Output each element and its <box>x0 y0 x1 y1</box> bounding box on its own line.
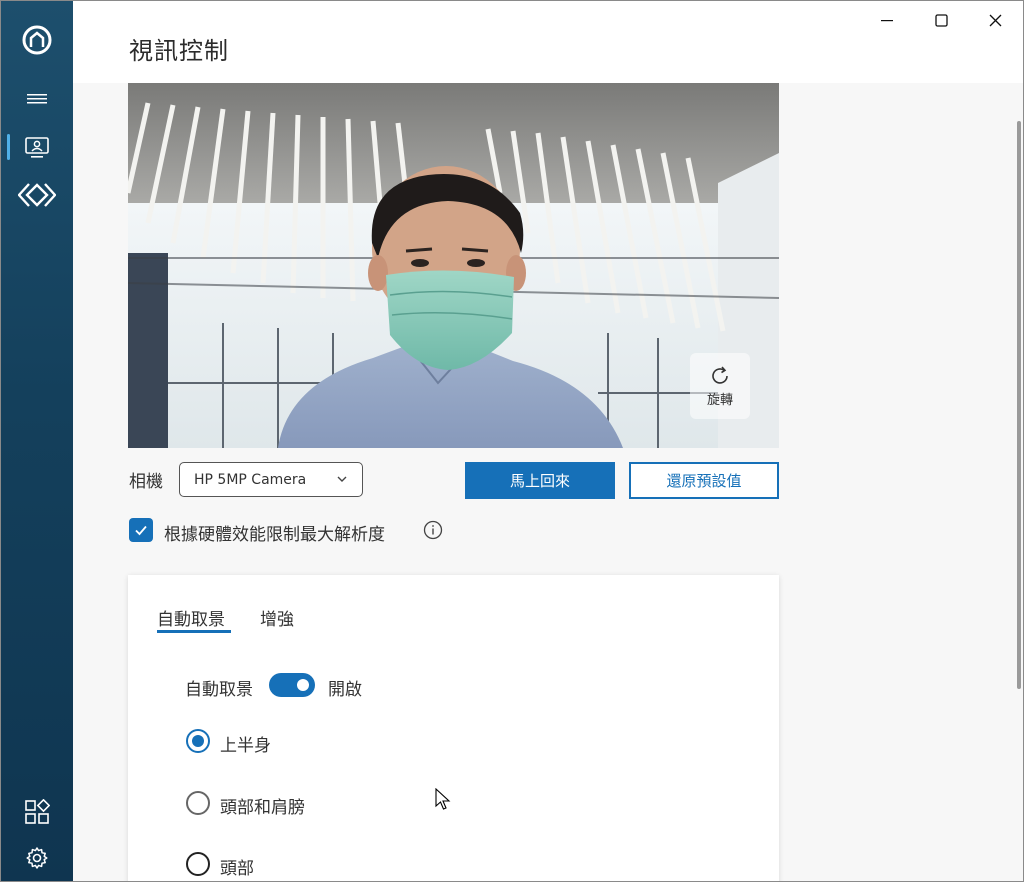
camera-preview: 旋轉 <box>128 83 779 448</box>
hp-logo-icon[interactable] <box>1 21 73 59</box>
tab-enhance[interactable]: 增強 <box>260 605 294 630</box>
camera-preview-image <box>128 83 779 448</box>
auto-frame-card: 自動取景 增強 自動取景 開啟 上半身 頭部和肩膀 頭部 <box>128 575 779 881</box>
page-title: 視訊控制 <box>129 37 229 65</box>
radio-head-label: 頭部 <box>220 859 254 879</box>
rotate-icon <box>712 365 728 384</box>
toggle-knob <box>297 679 309 691</box>
hamburger-menu-icon[interactable] <box>1 89 73 109</box>
mouse-cursor-icon <box>435 788 451 810</box>
auto-frame-toggle-state: 開啟 <box>328 680 362 700</box>
limit-resolution-checkbox[interactable] <box>129 518 153 542</box>
apps-icon[interactable] <box>1 797 73 827</box>
radio-head[interactable] <box>186 852 210 876</box>
minimize-button[interactable] <box>864 7 910 33</box>
info-icon[interactable] <box>423 520 443 540</box>
auto-frame-toggle[interactable] <box>269 673 315 697</box>
app-window: 視訊控制 旋轉 相機 HP 5MP Camera 馬上回來 還原預設值 根據硬體… <box>0 0 1024 882</box>
maximize-button[interactable] <box>918 7 964 33</box>
radio-head-shoulders-label: 頭部和肩膀 <box>220 798 305 818</box>
close-button[interactable] <box>972 7 1018 33</box>
radio-upper-body-label: 上半身 <box>220 736 271 756</box>
rotate-label: 旋轉 <box>706 392 733 408</box>
settings-gear-icon[interactable] <box>1 844 73 872</box>
be-right-back-button[interactable]: 馬上回來 <box>465 462 615 499</box>
rotate-button[interactable]: 旋轉 <box>690 353 750 419</box>
scrollbar[interactable] <box>1017 121 1021 689</box>
sidebar <box>1 1 73 881</box>
camera-select[interactable]: HP 5MP Camera <box>179 462 363 497</box>
tab-active-underline <box>157 630 231 633</box>
video-control-icon[interactable] <box>1 135 73 161</box>
auto-frame-toggle-label: 自動取景 <box>185 680 253 700</box>
radio-upper-body[interactable] <box>186 729 210 753</box>
tab-auto-frame[interactable]: 自動取景 <box>157 605 225 630</box>
radio-head-shoulders[interactable] <box>186 791 210 815</box>
camera-select-value: HP 5MP Camera <box>194 471 307 488</box>
diamond-arrows-icon[interactable] <box>1 179 73 211</box>
chevron-down-icon <box>337 476 347 482</box>
restore-defaults-button[interactable]: 還原預設值 <box>629 462 779 499</box>
checkmark-icon <box>135 525 147 536</box>
title-bar: 視訊控制 <box>73 1 1023 83</box>
limit-resolution-label: 根據硬體效能限制最大解析度 <box>164 525 385 545</box>
camera-label: 相機 <box>129 472 163 492</box>
